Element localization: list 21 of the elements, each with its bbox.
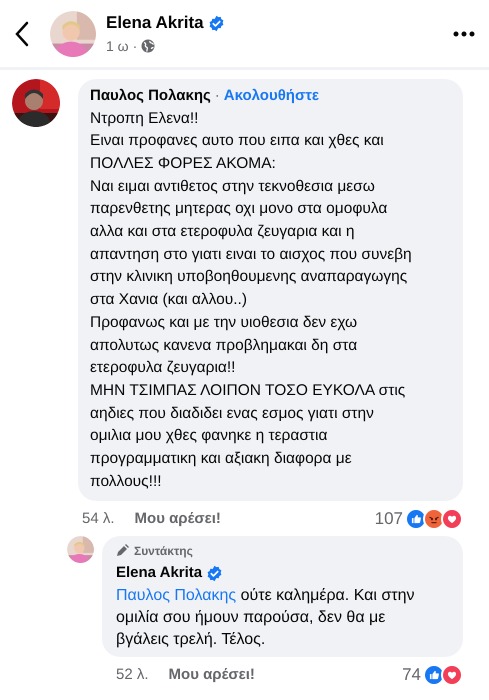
like-link[interactable]: Μου αρέσει! [134,508,221,530]
separator-dot: · [214,86,220,106]
comment-text: Ντροπη Ελενα!! Ειναι προφανες αυτο που ειπα και χθες και ΠΟΛΛΕΣ ΦΟΡΕΣ ΑΚΟΜΑ: Ναι ειμαι αντιθετος στην τεκνοθεσια μεσω παρενθετης μητερας οχι μονο στα ομοφυλα αλλα και στα ετεροφυλα ζευγαρια και η απαντηση στο γιατι ειναι το αισχος που συνεβη στην κλινικη υποβοηθουμενης αναπαραγωγης στα Χανια (και αλλου..) Προφανως και με την υιοθεσια δεν εχω απολυτως κανενα προβλημακαι δη στα ετεροφυλα ζευγαρια!! ΜΗΝ ΤΣΙΜΠΑΣ ΛΟΙΠΟΝ ΤΟΣΟ ΕΥΚΟΛΑ στις αηδιες που διαδιδει ενας εσμος γιατι στην ομιλια μου χθες φανηκε η τεραστια προγραμματικη και αξιακη διαφορα με πολλους!!! [90,108,413,492]
mention-link[interactable]: Παυλος Πολακης [116,587,236,604]
post-time: 1 ω [106,36,129,56]
back-icon[interactable] [14,20,30,46]
comment-age: 54 λ. [82,508,115,529]
pen-icon [116,544,129,558]
reaction-count: 107 [374,508,403,530]
comment-author[interactable]: Παυλος Πολακης [90,85,211,108]
like-link[interactable]: Μου αρέσει! [168,664,255,686]
follow-link[interactable]: Ακολουθήστε [224,85,320,108]
separator-dot: · [132,36,138,56]
reply-author[interactable]: Elena Akrita [116,562,202,584]
reply-text: Παυλος Πολακης ούτε καλημέρα. Και στην ομιλία σου ήμουν παρούσα, δεν θα με βγάλεις τρελή. Τέλος. [116,586,416,650]
reaction-count: 74 [402,664,421,686]
more-icon[interactable] [453,30,475,36]
comment-age: 52 λ. [116,664,149,685]
page-name[interactable]: Elena Akrita [106,10,204,36]
globe-icon [141,39,156,54]
author-label: Συντάκτης [134,542,193,560]
